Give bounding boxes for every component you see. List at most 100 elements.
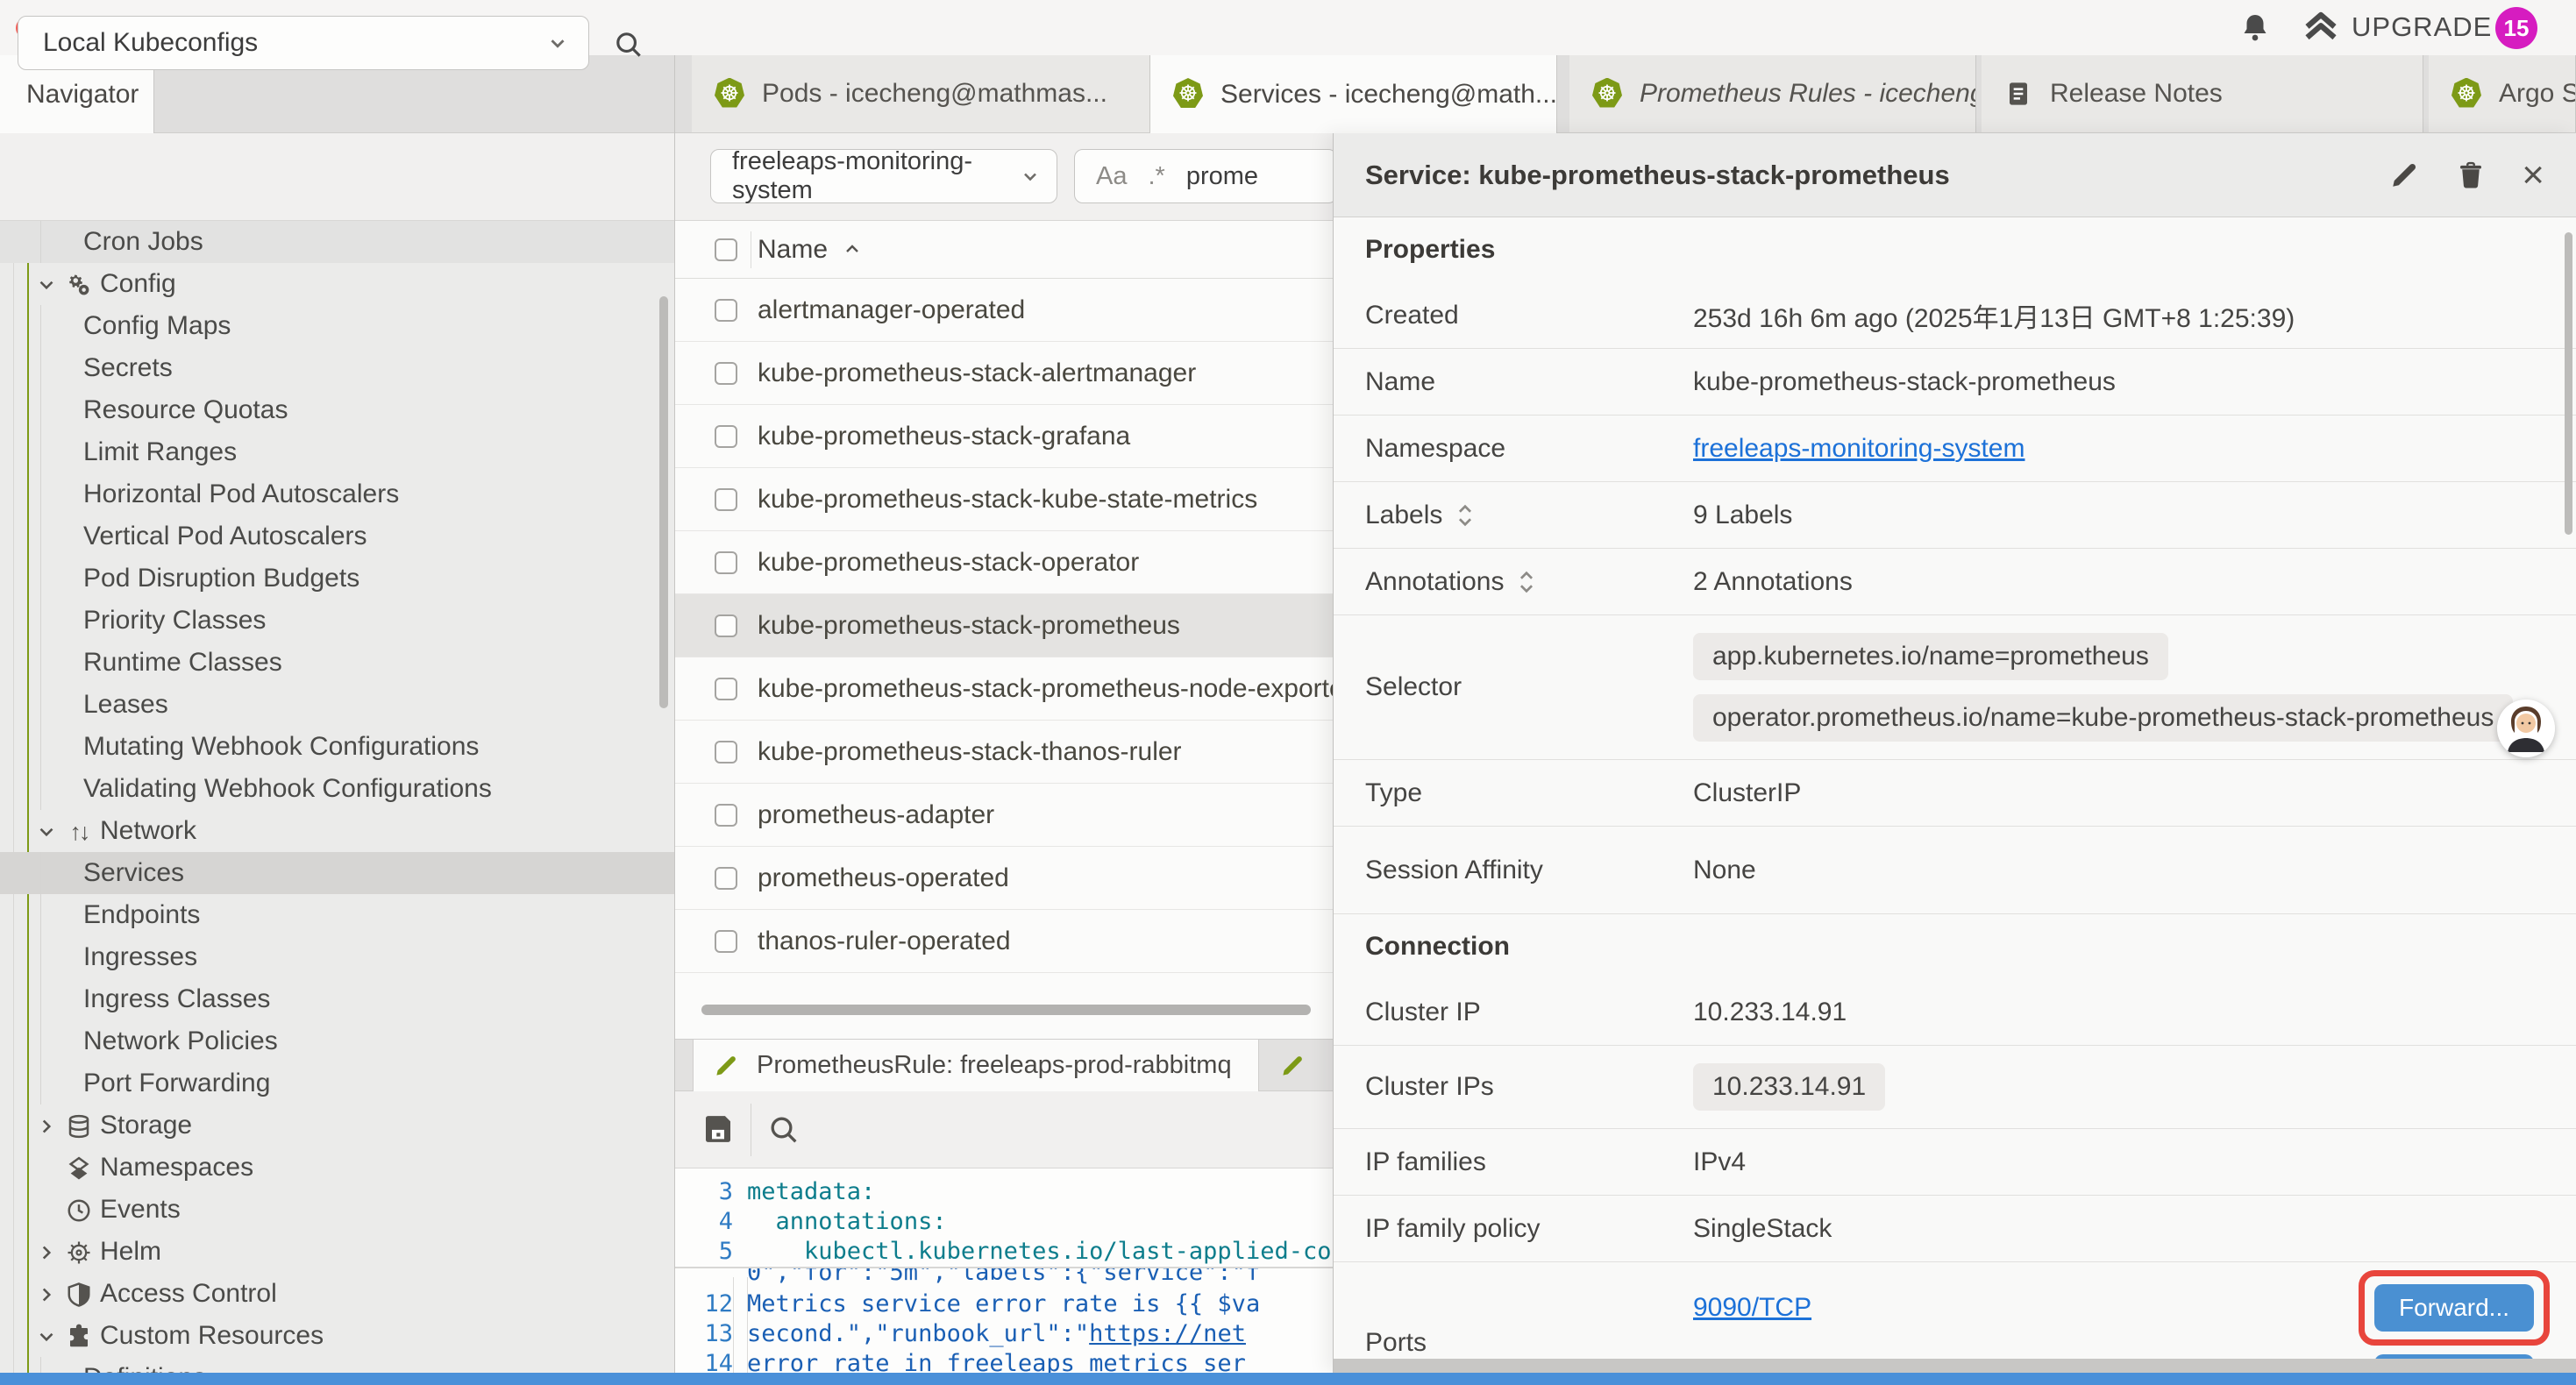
sidebar-item-ingresses[interactable]: Ingresses [0,936,675,978]
sidebar-scrollbar[interactable] [659,296,668,708]
table-row[interactable]: thanos-ruler-operated [675,910,1333,973]
kubernetes-icon [1173,78,1203,110]
sidebar-item-custom-resources[interactable]: Custom Resources [0,1315,675,1357]
table-row[interactable]: prometheus-operated [675,847,1333,910]
edit-icon[interactable] [2388,160,2420,191]
close-icon[interactable]: × [2522,160,2544,191]
filter-input[interactable]: Aa .* prome [1074,149,1337,203]
sidebar-item-network[interactable]: ↑↓Network [0,810,675,852]
delete-icon[interactable] [2455,160,2487,191]
sidebar-item-network-policies[interactable]: Network Policies [0,1020,675,1062]
bell-icon[interactable] [2238,11,2273,46]
chevron-down-icon[interactable] [35,273,58,296]
search-icon[interactable] [612,28,645,61]
table-row[interactable]: kube-prometheus-stack-kube-state-metrics [675,468,1333,531]
chevron-down-icon[interactable] [35,820,58,843]
forward-button-wrap: Forward... [2374,1284,2534,1332]
row-checkbox[interactable] [715,741,737,764]
tab-prometheus-rules-icecheng[interactable]: Prometheus Rules - icecheng... [1569,55,1976,132]
match-case-toggle[interactable]: Aa [1096,162,1127,191]
sidebar-item-events[interactable]: Events [0,1189,675,1231]
sidebar-item-runtime-classes[interactable]: Runtime Classes [0,642,675,684]
editor-tab-prometheusrule[interactable]: PrometheusRule: freeleaps-prod-rabbitmq [693,1040,1259,1091]
sidebar-item-leases[interactable]: Leases [0,684,675,726]
detail-scrollbar[interactable] [2565,232,2572,535]
sort-toggle-icon[interactable] [1516,567,1537,597]
kubeconfig-select[interactable]: Local Kubeconfigs [18,16,589,70]
code-line: 3metadata: [675,1177,1333,1207]
sidebar-item-mutating-webhook-configurations[interactable]: Mutating Webhook Configurations [0,726,675,768]
tab-label: Release Notes [2050,79,2223,109]
sidebar-item-port-forwarding[interactable]: Port Forwarding [0,1062,675,1104]
tab-pods-icecheng-mathmas[interactable]: Pods - icecheng@mathmas... [692,55,1150,132]
select-all-checkbox[interactable] [715,238,737,261]
puzzle-icon [65,1323,93,1351]
horizontal-scrollbar[interactable] [701,1005,1311,1015]
notification-badge[interactable]: 15 [2495,7,2537,49]
table-row[interactable]: kube-prometheus-stack-prometheus-node-ex… [675,657,1333,721]
sidebar-item-config[interactable]: Config [0,263,675,305]
row-checkbox[interactable] [715,804,737,827]
sidebar-item-storage[interactable]: Storage [0,1104,675,1147]
tab-services-icecheng-math[interactable]: Services - icecheng@math...× [1150,55,1557,133]
sidebar-item-vertical-pod-autoscalers[interactable]: Vertical Pod Autoscalers [0,515,675,558]
sidebar-item-config-maps[interactable]: Config Maps [0,305,675,347]
table-row[interactable]: kube-prometheus-stack-grafana [675,405,1333,468]
sidebar-item-services[interactable]: Services [0,852,675,894]
row-checkbox[interactable] [715,867,737,890]
sidebar-item-endpoints[interactable]: Endpoints [0,894,675,936]
editor-sticky-lines: 3metadata:4 annotations:5 kubectl.kubern… [675,1168,1333,1268]
table-row[interactable]: prometheus-adapter [675,784,1333,847]
sidebar-item-secrets[interactable]: Secrets [0,347,675,389]
row-checkbox[interactable] [715,425,737,448]
row-checkbox[interactable] [715,614,737,637]
detail-label-text: Namespace [1365,434,1505,464]
row-checkbox[interactable] [715,488,737,511]
sidebar-item-priority-classes[interactable]: Priority Classes [0,600,675,642]
row-checkbox[interactable] [715,551,737,574]
table-row[interactable]: kube-prometheus-stack-prometheus [675,594,1333,657]
pencil-icon [1279,1053,1306,1079]
table-row[interactable]: kube-prometheus-stack-operator [675,531,1333,594]
sidebar-item-pod-disruption-budgets[interactable]: Pod Disruption Budgets [0,558,675,600]
chevron-down-icon[interactable] [35,1325,58,1348]
row-checkbox[interactable] [715,678,737,700]
table-row[interactable]: kube-prometheus-stack-alertmanager [675,342,1333,405]
sidebar-item-ingress-classes[interactable]: Ingress Classes [0,978,675,1020]
upgrade-button[interactable]: UPGRADE [2302,9,2492,46]
sidebar-item-validating-webhook-configurations[interactable]: Validating Webhook Configurations [0,768,675,810]
sort-toggle-icon[interactable] [1455,501,1476,530]
sidebar-item-horizontal-pod-autoscalers[interactable]: Horizontal Pod Autoscalers [0,473,675,515]
detail-label-text: Created [1365,301,1459,330]
editor-search-icon[interactable] [766,1112,801,1147]
user-avatar[interactable] [2497,700,2555,757]
name-column-header[interactable]: Name [758,235,828,265]
sidebar-item-helm[interactable]: Helm [0,1231,675,1273]
sidebar-item-namespaces[interactable]: Namespaces [0,1147,675,1189]
chevron-right-icon[interactable] [35,1283,58,1306]
chevron-right-icon[interactable] [35,1241,58,1264]
tab-release-notes[interactable]: Release Notes [1982,55,2423,132]
yaml-editor[interactable]: 3metadata:4 annotations:5 kubectl.kubern… [675,1168,1333,1373]
table-row[interactable]: kube-prometheus-stack-thanos-ruler [675,721,1333,784]
sidebar-item-access-control[interactable]: Access Control [0,1273,675,1315]
forward-button[interactable]: Forward... [2374,1284,2534,1332]
sidebar-item-limit-ranges[interactable]: Limit Ranges [0,431,675,473]
wrap-indent-guide [747,1277,748,1374]
tab-argo-se[interactable]: Argo Se [2429,55,2576,132]
row-checkbox[interactable] [715,362,737,385]
port-link[interactable]: 9090/TCP [1693,1293,1811,1323]
sort-ascending-icon[interactable] [842,239,863,260]
table-row[interactable]: alertmanager-operated [675,279,1333,342]
save-icon[interactable] [700,1111,737,1147]
sidebar-item-cron-jobs[interactable]: Cron Jobs [0,221,675,263]
sidebar-item-resource-quotas[interactable]: Resource Quotas [0,389,675,431]
editor-tab-next-partial[interactable] [1260,1040,1333,1091]
row-checkbox[interactable] [715,299,737,322]
row-checkbox[interactable] [715,930,737,953]
namespace-select[interactable]: freeleaps-monitoring-system [710,149,1057,203]
regex-toggle[interactable]: .* [1148,162,1164,191]
chevron-right-icon[interactable] [35,1115,58,1138]
namespace-link[interactable]: freeleaps-monitoring-system [1693,434,2025,464]
sidebar-item-definitions[interactable]: Definitions [0,1357,675,1373]
